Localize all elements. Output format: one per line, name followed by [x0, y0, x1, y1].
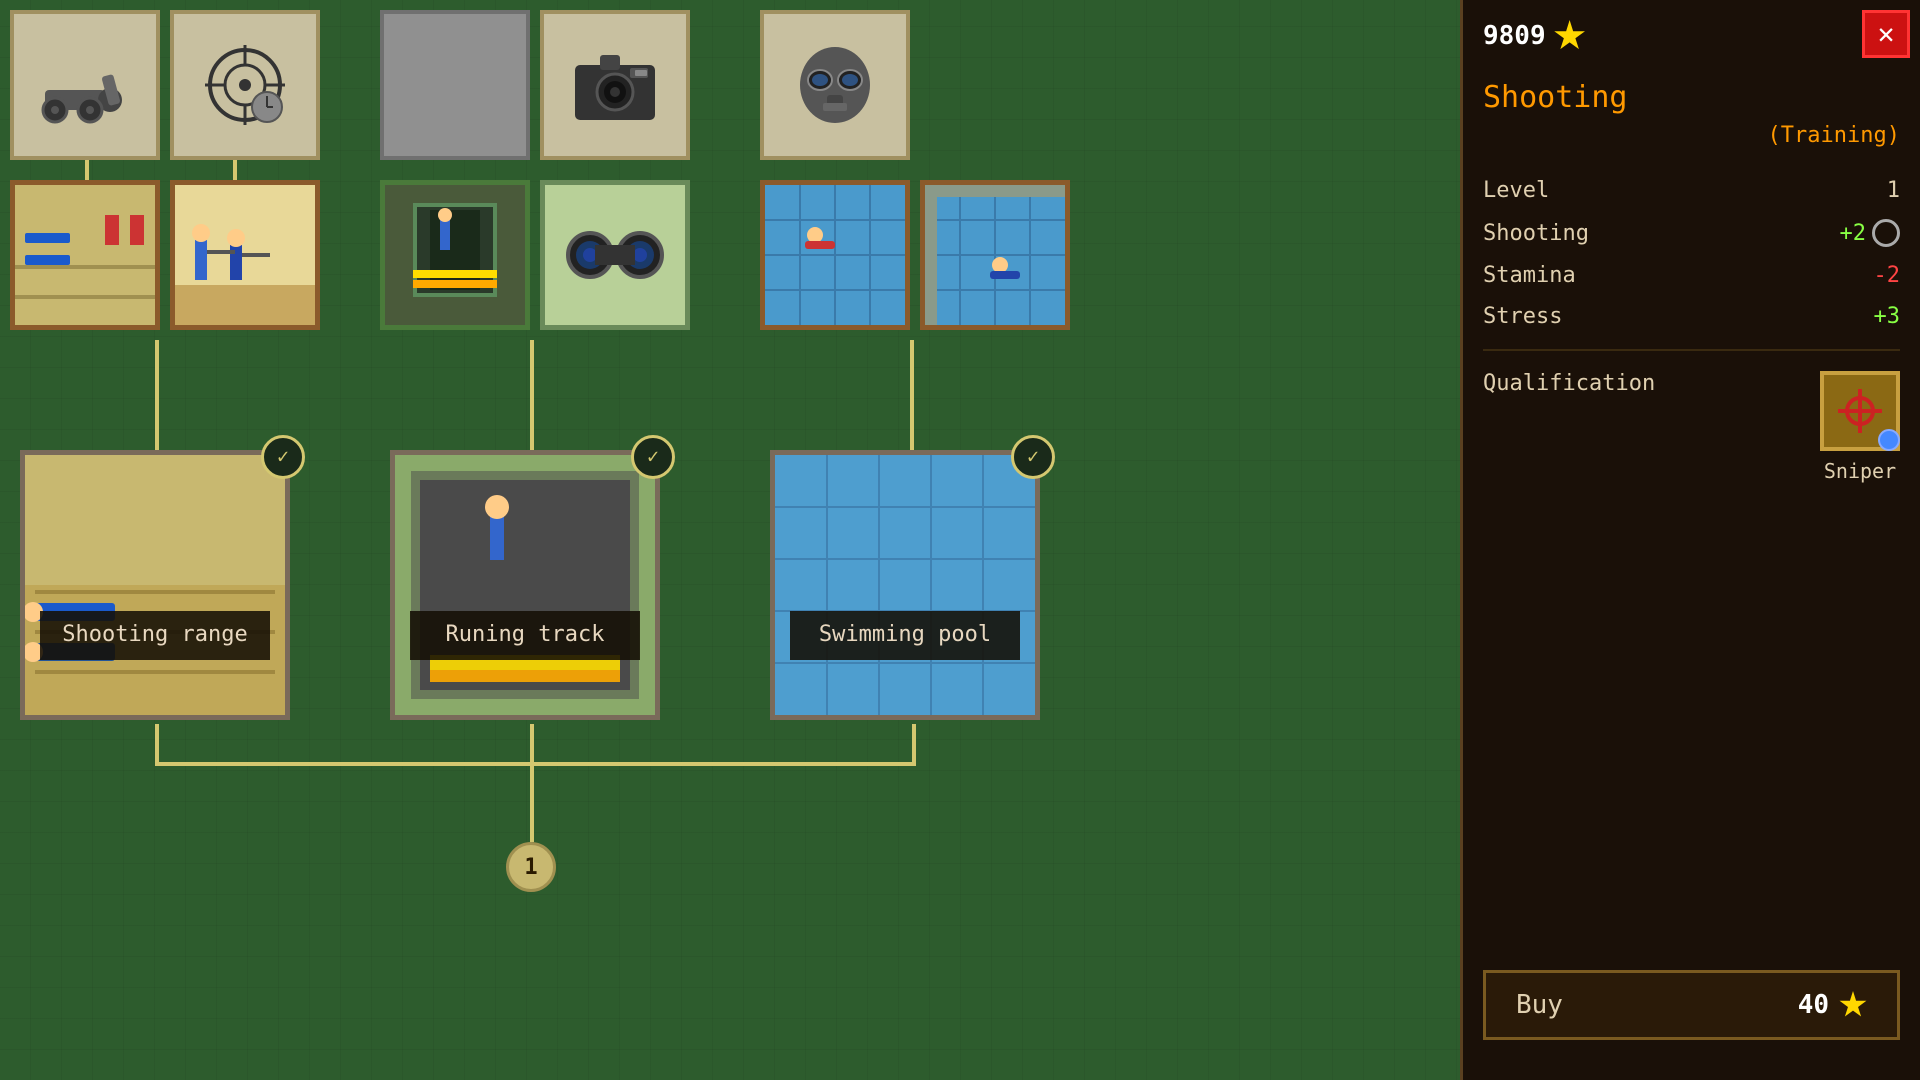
wire-to-badge	[530, 762, 534, 842]
wire-btm-right	[912, 724, 916, 766]
buy-label: Buy	[1516, 990, 1563, 1020]
checkmark-shooting: ✓	[261, 435, 305, 479]
pool-preview-right[interactable]	[920, 180, 1070, 330]
buy-button[interactable]: Buy 40	[1483, 970, 1900, 1040]
sniper-qual-icon	[1820, 371, 1900, 451]
panel-content: Shooting (Training) Level 1 Shooting +2 …	[1463, 0, 1920, 503]
currency-amount: 9809	[1483, 21, 1546, 51]
shooting-range-scene-left	[15, 185, 155, 325]
qualification-icon-container: Sniper	[1820, 371, 1900, 483]
shooting-stat-value: +2	[1840, 219, 1901, 247]
checkmark-running: ✓	[631, 435, 675, 479]
game-area: ✓ Shooting range ✓	[0, 0, 1460, 1080]
shooting-range-preview-right[interactable]	[170, 180, 320, 330]
level-label: Level	[1483, 178, 1549, 203]
cannon-icon	[35, 35, 135, 135]
stat-row-shooting: Shooting +2	[1483, 219, 1900, 247]
stress-label: Stress	[1483, 304, 1562, 329]
stamina-value: -2	[1874, 263, 1901, 288]
wire-btm-left	[155, 724, 159, 766]
level-value: 1	[1887, 178, 1900, 203]
divider	[1483, 349, 1900, 351]
currency-display: 9809	[1483, 20, 1586, 52]
stat-row-stress: Stress +3	[1483, 304, 1900, 329]
camera-icon	[565, 35, 665, 135]
wire-bottom-h	[155, 762, 915, 766]
pool-preview-left[interactable]	[760, 180, 910, 330]
shooting-range-preview-left[interactable]	[10, 180, 160, 330]
cannon-icon-frame[interactable]	[10, 10, 160, 160]
panel-subtitle: (Training)	[1483, 123, 1900, 148]
shooting-range-bg	[25, 455, 285, 715]
shooting-stat-label: Shooting	[1483, 221, 1589, 246]
binoculars-preview[interactable]	[540, 180, 690, 330]
swimming-pool-label: Swimming pool	[790, 611, 1020, 660]
running-track-label: Runing track	[410, 611, 640, 660]
sniper-target-icon	[195, 35, 295, 135]
running-track-bg	[395, 455, 655, 715]
swimming-pool-bg	[775, 455, 1035, 715]
buy-price: 40	[1798, 990, 1867, 1020]
gas-mask-icon	[785, 35, 885, 135]
running-track-scene	[385, 185, 525, 325]
binoculars-icon-large	[565, 215, 665, 295]
qualification-section: Qualification Sniper	[1483, 371, 1900, 483]
shooting-range-label: Shooting range	[40, 611, 270, 660]
running-track-preview[interactable]	[380, 180, 530, 330]
shooting-range-card[interactable]: ✓ Shooting range	[20, 450, 290, 720]
qualification-name: Sniper	[1820, 459, 1900, 483]
pool-scene-right	[925, 185, 1065, 325]
sniper-icon-frame[interactable]	[170, 10, 320, 160]
empty-icon-frame[interactable]	[380, 10, 530, 160]
gas-mask-icon-frame[interactable]	[760, 10, 910, 160]
panel-title: Shooting	[1483, 80, 1900, 115]
crosshair-circle	[1845, 396, 1875, 426]
star-currency-icon	[1554, 20, 1586, 52]
running-track-card[interactable]: ✓ Runing track	[390, 450, 660, 720]
pool-scene-left	[765, 185, 905, 325]
camera-icon-frame[interactable]	[540, 10, 690, 160]
number-badge: 1	[506, 842, 556, 892]
qual-badge-dot	[1878, 429, 1900, 451]
checkmark-pool: ✓	[1011, 435, 1055, 479]
right-panel: 9809 ✕ Shooting (Training) Level 1 Shoot…	[1460, 0, 1920, 1080]
close-button[interactable]: ✕	[1862, 10, 1910, 58]
stat-row-level: Level 1	[1483, 178, 1900, 203]
qualification-label: Qualification	[1483, 371, 1655, 396]
swimming-pool-card[interactable]: ✓ Swimming pool	[770, 450, 1040, 720]
wire-btm-center	[530, 724, 534, 766]
stat-row-stamina: Stamina -2	[1483, 263, 1900, 288]
stamina-label: Stamina	[1483, 263, 1576, 288]
buy-star-icon	[1839, 991, 1867, 1019]
stress-value: +3	[1874, 304, 1901, 329]
shooting-range-scene-right	[175, 185, 315, 325]
shooting-circle-icon	[1872, 219, 1900, 247]
